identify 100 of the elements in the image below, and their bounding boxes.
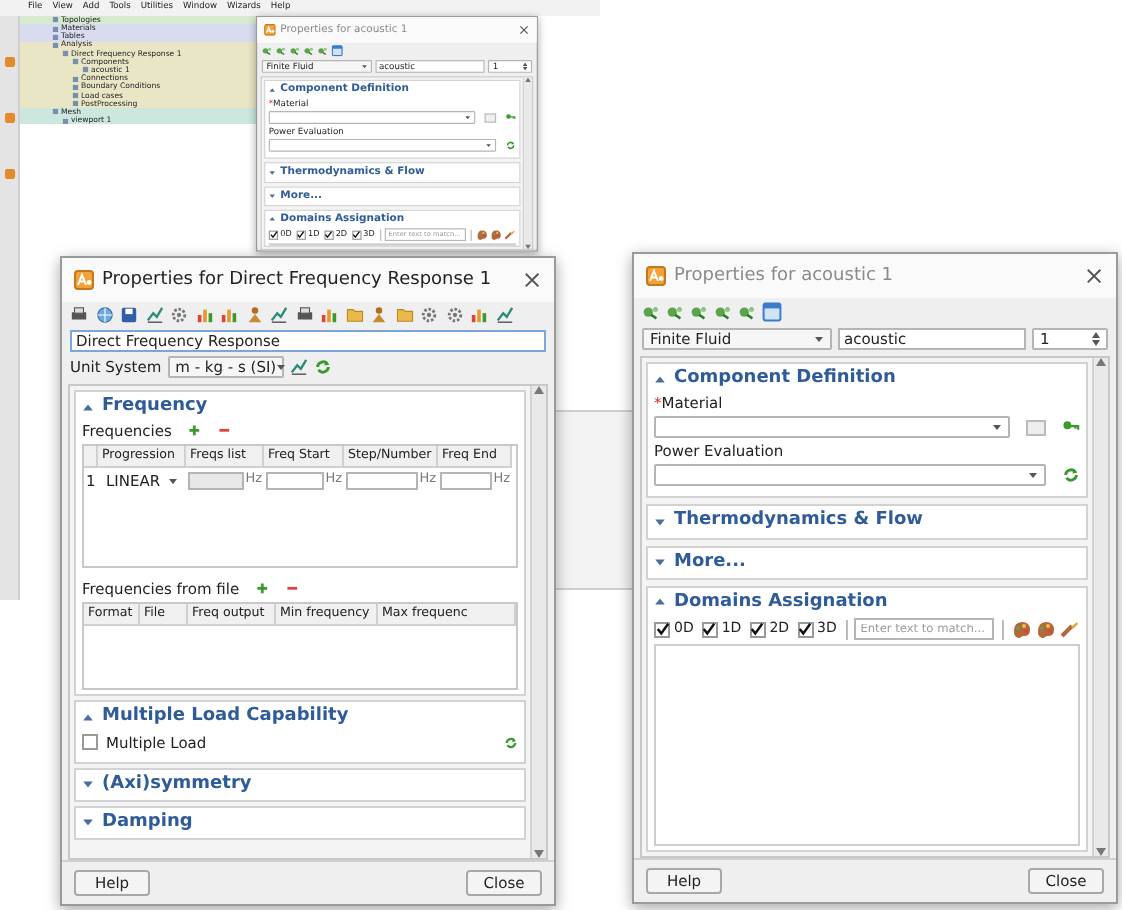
caret-icon[interactable]	[82, 816, 94, 829]
component-icon[interactable]	[289, 45, 301, 56]
section-title[interactable]: Frequency	[102, 396, 208, 419]
scrollbar[interactable]	[530, 386, 546, 858]
printer-icon[interactable]	[295, 306, 313, 324]
folder-icon[interactable]	[345, 306, 363, 324]
caret-icon[interactable]	[654, 373, 666, 386]
cycle-icon[interactable]	[1062, 466, 1080, 485]
graph-icon[interactable]	[289, 358, 308, 376]
window-icon[interactable]	[331, 45, 343, 57]
plus-icon[interactable]	[187, 424, 202, 439]
cycle-icon[interactable]	[504, 735, 518, 749]
spinner-arrows-icon[interactable]	[522, 62, 528, 71]
caret-icon[interactable]	[654, 596, 666, 609]
caret-icon	[1028, 470, 1038, 481]
graph-icon[interactable]	[495, 306, 513, 324]
app-logo-icon	[264, 24, 276, 36]
input-field[interactable]	[346, 471, 418, 490]
bar-chart-icon[interactable]	[195, 306, 213, 324]
save-icon[interactable]	[120, 306, 138, 324]
palette-icon[interactable]	[476, 228, 488, 241]
component-icon[interactable]	[303, 45, 314, 56]
input-field[interactable]	[266, 471, 324, 490]
scrollbar[interactable]	[1092, 358, 1108, 856]
section-title[interactable]: Thermodynamics & Flow	[674, 510, 923, 533]
component-icon[interactable]	[275, 45, 287, 56]
arrow-up-icon[interactable]	[534, 386, 544, 394]
section-title[interactable]: (Axi)symmetry	[102, 773, 252, 796]
checkbox[interactable]	[296, 230, 306, 240]
window-title: Properties for Direct Frequency Response 1	[102, 269, 494, 291]
section-title[interactable]: Multiple Load Capability	[102, 706, 349, 729]
palette-icon[interactable]	[490, 228, 502, 241]
checkbox[interactable]	[797, 621, 814, 637]
tab-icon[interactable]	[3, 56, 15, 68]
component-icon[interactable]	[317, 45, 328, 56]
component-icon[interactable]	[261, 45, 273, 56]
tab-icon[interactable]	[3, 112, 15, 124]
caret-icon	[361, 63, 368, 70]
checkbox[interactable]	[268, 230, 279, 240]
globe-icon[interactable]	[95, 306, 113, 324]
gear-icon[interactable]	[170, 306, 188, 324]
palette-icon[interactable]	[1012, 619, 1032, 639]
caret-icon	[485, 142, 492, 149]
checkbox[interactable]	[351, 230, 361, 240]
palette-icon[interactable]	[1036, 619, 1056, 639]
arrow-down-icon[interactable]	[525, 244, 531, 250]
bar-chart-icon[interactable]	[220, 306, 238, 324]
plus-icon[interactable]	[255, 582, 270, 597]
caret-icon[interactable]	[268, 86, 276, 94]
caret-icon[interactable]	[268, 192, 276, 200]
section-title[interactable]: Damping	[102, 811, 193, 834]
checkbox[interactable]	[701, 621, 718, 637]
component-icon[interactable]	[642, 303, 660, 321]
caret-icon[interactable]	[82, 711, 94, 724]
checkbox[interactable]	[324, 230, 334, 240]
bar-chart-icon[interactable]	[470, 306, 488, 324]
bar-chart-icon[interactable]	[320, 306, 338, 324]
caret-icon[interactable]	[654, 515, 666, 528]
caret-icon[interactable]	[82, 778, 94, 791]
person-icon[interactable]	[245, 306, 263, 324]
checkbox[interactable]	[749, 621, 766, 637]
arrow-down-icon[interactable]	[534, 850, 544, 858]
arrow-down-icon[interactable]	[1096, 848, 1106, 856]
close-icon[interactable]	[524, 271, 542, 289]
section-title[interactable]: Domains Assignation	[674, 591, 888, 614]
tab-icon[interactable]	[3, 168, 15, 180]
window-icon[interactable]	[762, 302, 782, 322]
close-icon[interactable]	[1086, 267, 1104, 285]
brush-icon[interactable]	[504, 228, 516, 241]
dropdown[interactable]	[268, 139, 497, 152]
arrow-up-icon[interactable]	[525, 77, 531, 83]
person-icon[interactable]	[370, 306, 388, 324]
component-icon[interactable]	[666, 303, 684, 321]
component-icon[interactable]	[714, 303, 732, 321]
folder-icon[interactable]	[395, 306, 413, 324]
caret-icon[interactable]	[82, 401, 94, 414]
cycle-icon[interactable]	[505, 140, 516, 151]
brush-icon[interactable]	[1060, 619, 1080, 639]
dropdown[interactable]	[654, 464, 1046, 487]
window-title: Properties for acoustic 1	[674, 265, 896, 287]
checkbox[interactable]	[82, 734, 98, 750]
caret-icon[interactable]	[268, 168, 276, 176]
dropdown[interactable]	[654, 416, 1010, 439]
graph-icon[interactable]	[270, 306, 288, 324]
key-icon[interactable]	[505, 112, 516, 123]
section-title[interactable]: More...	[674, 551, 746, 574]
checkbox[interactable]	[654, 621, 670, 637]
caret-icon[interactable]	[268, 215, 276, 223]
scrollbar[interactable]	[522, 77, 533, 250]
printer-icon[interactable]	[70, 306, 88, 324]
component-icon[interactable]	[738, 303, 756, 321]
caret-icon[interactable]	[654, 556, 666, 569]
spinner-arrows-icon[interactable]	[1092, 332, 1100, 346]
input-field[interactable]	[440, 471, 492, 490]
graph-icon[interactable]	[145, 306, 163, 324]
section-title[interactable]: Component Definition	[674, 368, 896, 391]
dropdown[interactable]	[268, 111, 476, 125]
cycle-icon[interactable]	[313, 358, 332, 376]
component-icon[interactable]	[690, 303, 708, 321]
arrow-up-icon[interactable]	[1096, 358, 1106, 366]
